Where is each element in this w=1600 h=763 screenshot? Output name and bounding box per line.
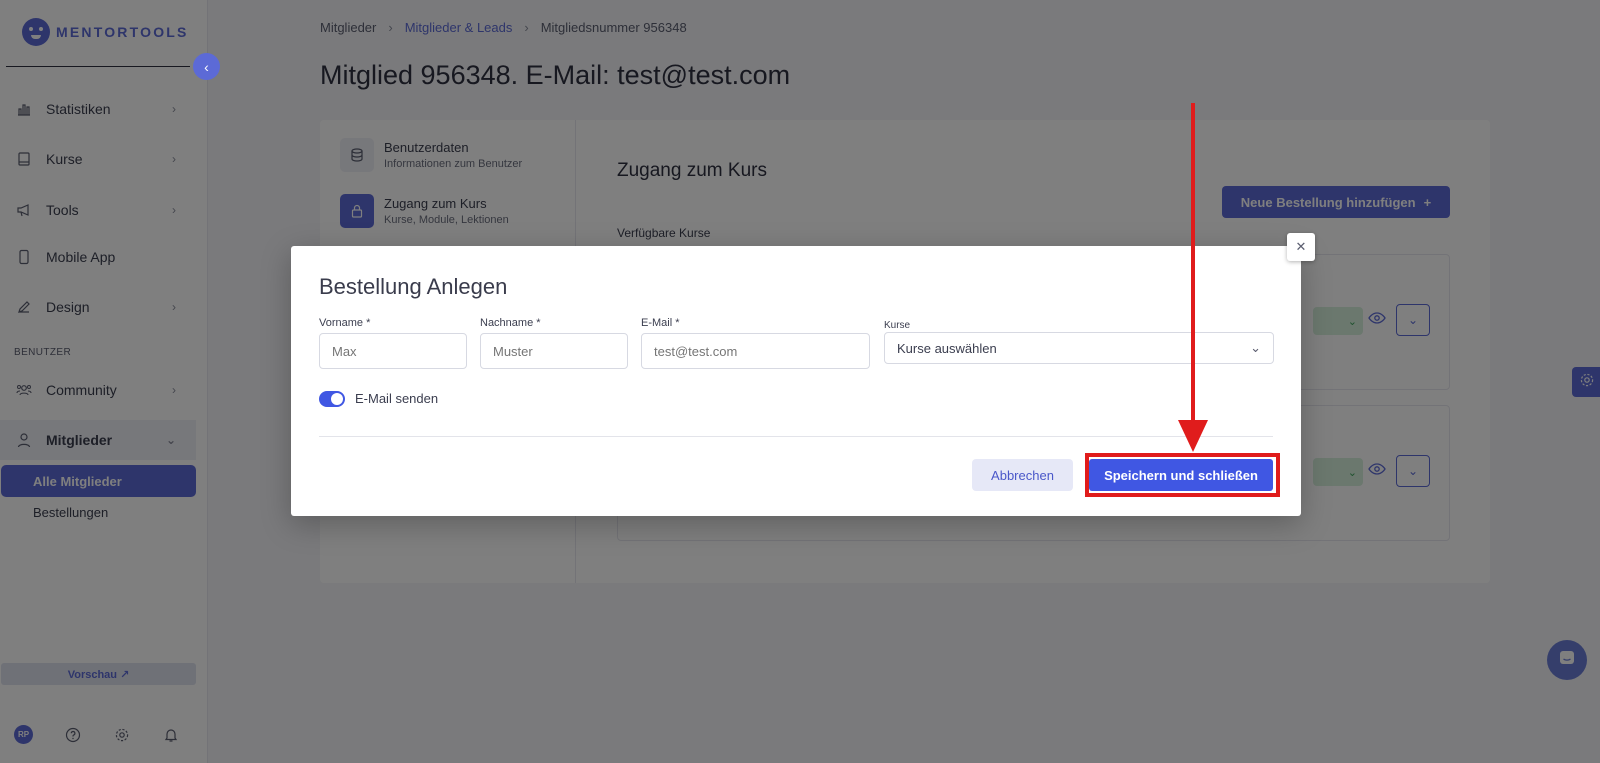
courses-label: Kurse [884,320,911,331]
cancel-button[interactable]: Abbrechen [972,459,1073,491]
last-name-label: Nachname * [480,317,541,329]
sidebar-collapse-button[interactable]: ‹ [193,53,220,80]
highlight-box [1085,453,1280,497]
send-email-label: E-Mail senden [355,391,439,406]
first-name-input[interactable] [319,333,467,369]
annotation-arrow-head [1178,420,1208,452]
chevron-down-icon: ⌄ [1250,340,1261,355]
send-email-toggle[interactable] [319,391,345,407]
modal-title: Bestellung Anlegen [319,274,508,299]
courses-select[interactable]: Kurse auswählen ⌄ [884,332,1274,364]
close-icon[interactable]: ✕ [1287,233,1315,261]
courses-select-value: Kurse auswählen [897,340,997,356]
email-field[interactable] [641,333,870,369]
first-name-label: Vorname * [319,317,371,329]
chevron-left-icon: ‹ [204,58,209,75]
modal-divider [319,436,1273,437]
last-name-input[interactable] [480,333,628,369]
email-label: E-Mail * [641,317,680,329]
annotation-arrow [1191,103,1195,423]
